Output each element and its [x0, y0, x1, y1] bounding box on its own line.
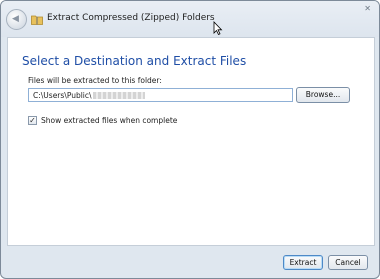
close-icon[interactable]: ✕ — [364, 4, 371, 13]
redacted-path-segment — [92, 92, 145, 99]
extract-button[interactable]: Extract — [283, 255, 323, 270]
back-arrow-icon: ◀ — [12, 14, 19, 24]
show-files-checkbox[interactable]: ✓ — [28, 116, 37, 125]
destination-folder-label: Files will be extracted to this folder: — [28, 76, 162, 85]
window-title: Extract Compressed (Zipped) Folders — [47, 13, 215, 23]
cancel-button[interactable]: Cancel — [328, 255, 368, 270]
checkmark-icon: ✓ — [29, 116, 36, 125]
content-panel — [7, 37, 375, 246]
destination-path-text: C:\Users\Public\ — [33, 91, 92, 100]
destination-path-input[interactable]: C:\Users\Public\ — [28, 88, 293, 102]
page-title: Select a Destination and Extract Files — [22, 54, 247, 68]
mouse-pointer-icon — [213, 21, 223, 35]
title-bar: ◀ Extract Compressed (Zipped) Folders ✕ — [1, 1, 379, 37]
zip-folder-icon — [31, 15, 43, 25]
back-button[interactable]: ◀ — [6, 9, 27, 30]
browse-button[interactable]: Browse... — [296, 87, 350, 103]
show-files-label: Show extracted files when complete — [41, 116, 178, 125]
extract-dialog-window: ◀ Extract Compressed (Zipped) Folders ✕ — [0, 0, 380, 279]
